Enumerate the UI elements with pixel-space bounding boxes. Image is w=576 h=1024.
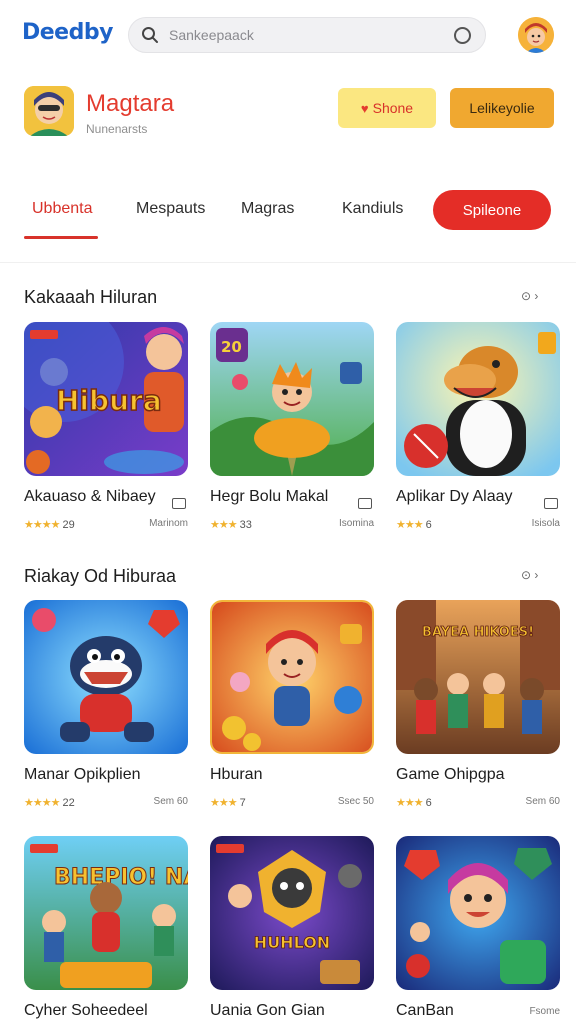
section-more-link[interactable]: ⊙ ›: [521, 289, 538, 303]
rating-stars: ★★★: [396, 797, 424, 809]
tab-magras[interactable]: Magras: [241, 200, 294, 218]
game-thumbnail: HUHLON: [210, 836, 374, 990]
rating-value: 6: [425, 519, 432, 531]
game-title: Aplikar Dy Alaay: [396, 488, 513, 505]
rating-value: 6: [425, 797, 432, 809]
game-thumbnail: [210, 600, 374, 754]
app-icon: [24, 86, 74, 136]
game-meta: Isisola: [531, 518, 560, 529]
game-meta: Sem 60: [153, 796, 188, 807]
rating-value: 7: [239, 797, 246, 809]
avatar[interactable]: [518, 17, 554, 53]
game-meta: Marinom: [149, 518, 188, 529]
thumbnail-title: BHEPIO! NAUS: [54, 865, 188, 890]
tab-pill-button[interactable]: Spileone: [433, 190, 551, 230]
primary-action-button[interactable]: Lelikeyolie: [450, 88, 554, 128]
game-title: Hegr Bolu Makal: [210, 488, 329, 505]
divider: [0, 262, 576, 263]
game-thumbnail: [24, 600, 188, 754]
app-logo[interactable]: Deedby: [22, 20, 113, 45]
game-thumbnail: [396, 322, 560, 476]
game-meta: Ssec 50: [337, 796, 374, 807]
game-title: Uania Gon Gian: [210, 1002, 325, 1019]
game-title: Manar Opikplien: [24, 766, 141, 783]
top-bar: Deedby Sankeepaack: [0, 0, 576, 70]
app-subtitle: Nunenarsts: [86, 122, 148, 136]
game-thumbnail: 20: [210, 322, 374, 476]
game-meta: Isomina: [338, 518, 374, 529]
game-thumbnail: BAYEA HIKOES!: [396, 600, 560, 754]
rating-value: 33: [239, 519, 252, 531]
game-title: Akauaso & Nibaey: [24, 488, 156, 505]
active-tab-indicator: [24, 236, 98, 239]
search-icon: [142, 27, 158, 43]
game-thumbnail: BHEPIO! NAUS: [24, 836, 188, 990]
screen-icon[interactable]: [544, 498, 558, 509]
tab-pill-label: Spileone: [462, 201, 522, 219]
game-rating: ★★★★ 29: [24, 518, 75, 531]
game-title: Hburan: [210, 766, 263, 783]
circle-icon[interactable]: [454, 27, 471, 44]
rating-value: 22: [62, 797, 75, 809]
game-thumbnail: [396, 836, 560, 990]
thumbnail-title: 20: [221, 338, 242, 356]
rating-value: 29: [62, 519, 75, 531]
game-rating: ★★★ 7: [210, 796, 246, 809]
game-meta: Sem 60: [525, 796, 560, 807]
share-button-label: Shone: [372, 100, 414, 116]
screen-icon[interactable]: [172, 498, 186, 509]
rating-stars: ★★★: [210, 797, 238, 809]
game-meta: Fsome: [529, 1006, 560, 1017]
search-placeholder: Sankeepaack: [169, 27, 254, 43]
tab-ubbenta[interactable]: Ubbenta: [32, 200, 93, 218]
share-button[interactable]: ♥ Shone: [338, 88, 436, 128]
game-rating: ★★★★ 22: [24, 796, 75, 809]
heart-icon: ♥: [360, 100, 369, 116]
game-rating: ★★★ 6: [396, 518, 432, 531]
game-title: Cyher Soheedeel: [24, 1002, 148, 1019]
section-title: Kakaaah Hiluran: [24, 287, 158, 307]
search-bar[interactable]: Sankeepaack: [128, 17, 486, 53]
thumbnail-title: BAYEA HIKOES!: [422, 625, 534, 640]
tab-mespauts[interactable]: Mespauts: [136, 200, 205, 218]
screen-icon[interactable]: [358, 498, 372, 509]
primary-action-label: Lelikeyolie: [469, 100, 535, 116]
rating-stars: ★★★: [210, 519, 238, 531]
section-title: Riakay Od Hiburaa: [24, 566, 177, 586]
rating-stars: ★★★: [396, 519, 424, 531]
app-name: Magtara: [86, 90, 175, 117]
game-title: Game Ohipgpa: [396, 766, 505, 783]
rating-stars: ★★★★: [24, 519, 60, 531]
tab-bar: Ubbenta Mespauts Magras Kandiuls Spileon…: [0, 186, 576, 242]
section-more-link[interactable]: ⊙ ›: [521, 568, 538, 582]
thumbnail-title: Hibura: [56, 384, 162, 417]
game-thumbnail: Hibura: [24, 322, 188, 476]
tab-kandiuls[interactable]: Kandiuls: [342, 200, 403, 218]
thumbnail-title: HUHLON: [254, 933, 330, 952]
game-rating: ★★★ 6: [396, 796, 432, 809]
rating-stars: ★★★★: [24, 797, 60, 809]
game-rating: ★★★ 33: [210, 518, 252, 531]
